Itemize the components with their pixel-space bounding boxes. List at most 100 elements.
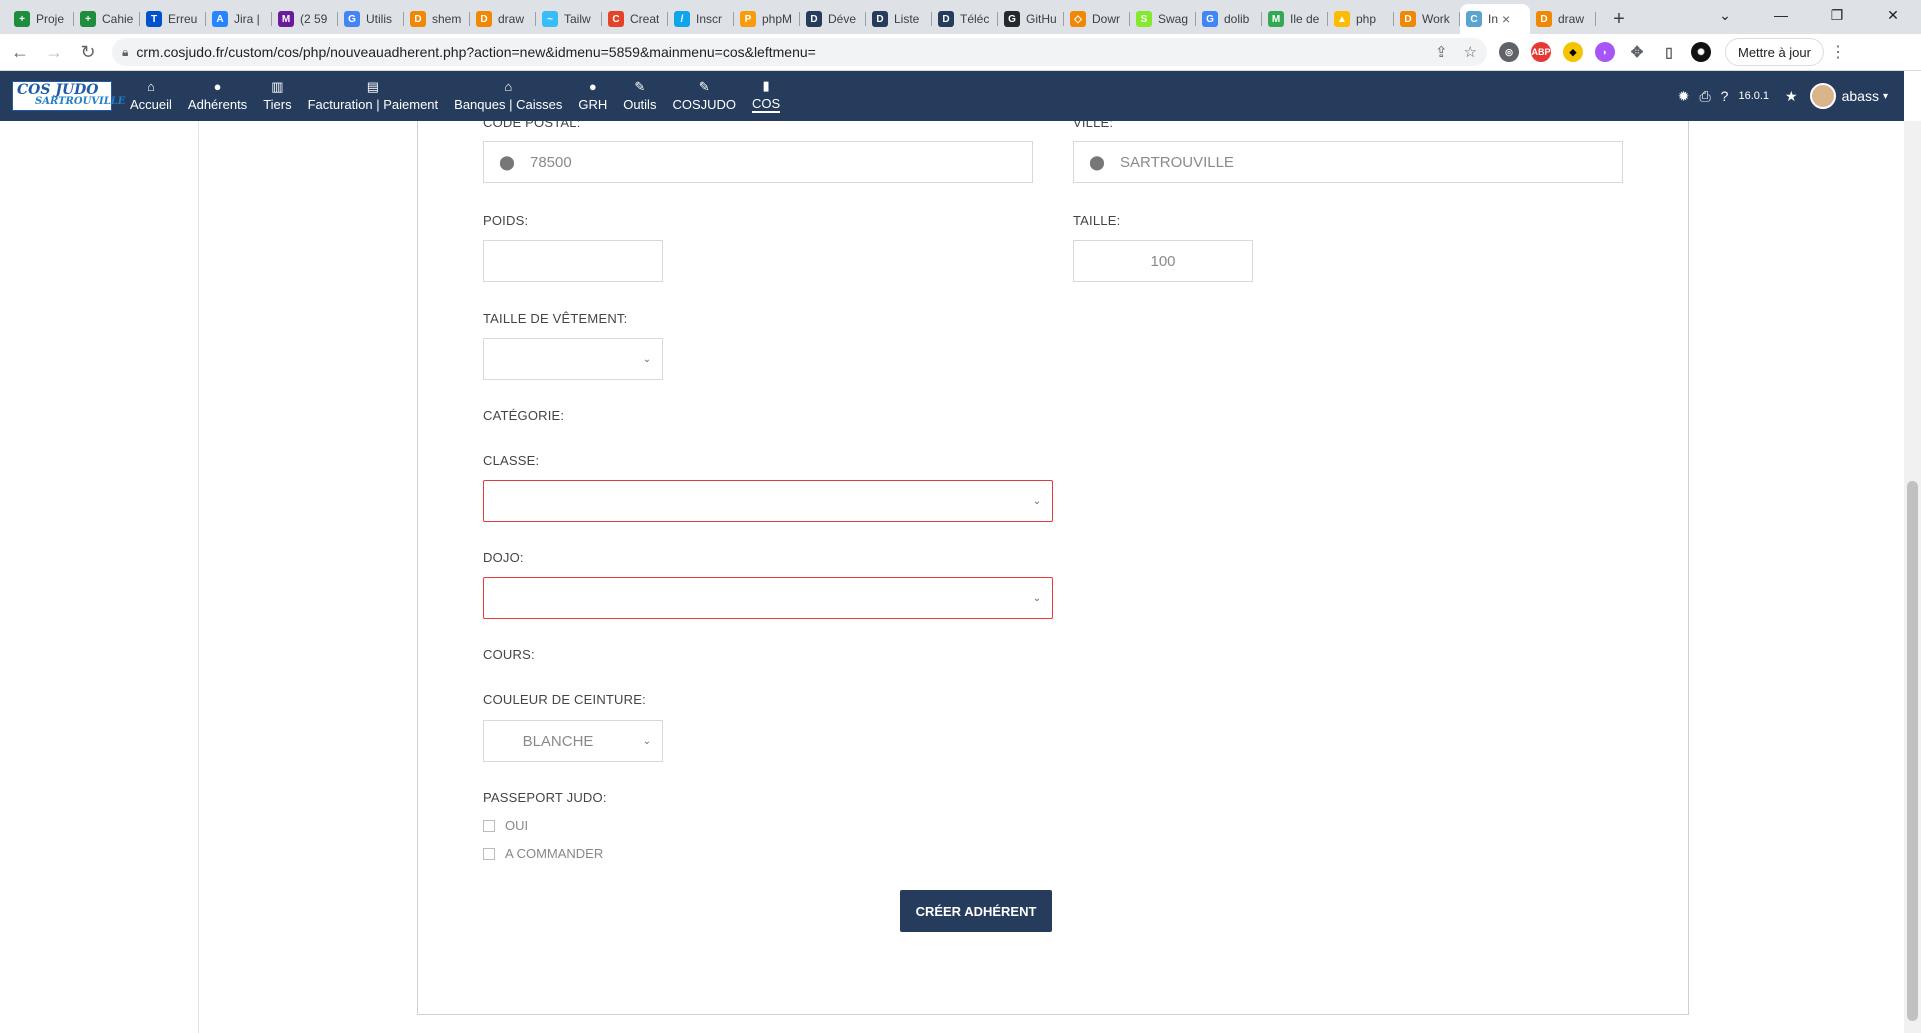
user-name[interactable]: abass (1842, 88, 1879, 104)
adblock-icon[interactable]: ABP (1531, 42, 1551, 62)
tab-title: php (1356, 12, 1377, 26)
menu-item-billing[interactable]: ▤ Facturation | Paiement (300, 71, 447, 121)
cosjudo-icon: ✎ (698, 79, 710, 94)
favorite-star-icon[interactable]: ★ (1785, 88, 1798, 105)
checkbox-box[interactable] (483, 847, 495, 860)
browser-tab[interactable]: C Creat (602, 4, 668, 34)
bookmark-star-icon[interactable]: ☆ (1464, 43, 1477, 61)
menu-item-hr[interactable]: ● GRH (570, 71, 615, 121)
profile-icon[interactable]: ✺ (1691, 42, 1711, 62)
extension-icon[interactable]: ◗ (1595, 42, 1615, 62)
menu-item-thirdparties[interactable]: ▥ Tiers (255, 71, 299, 121)
browser-tab[interactable]: + Cahie (74, 4, 140, 34)
browser-tab[interactable]: G GitHu (998, 4, 1064, 34)
logo[interactable]: COS JUDO SARTROUVILLE (12, 81, 125, 111)
label-ceinture: COULEUR DE CEINTURE: (483, 692, 646, 707)
page-scrollbar[interactable] (1904, 121, 1921, 1033)
bug-icon[interactable]: ✹ (1678, 88, 1690, 105)
back-button[interactable]: ← (6, 38, 34, 66)
extension-icon[interactable]: ◆ (1563, 42, 1583, 62)
label-cours: COURS: (483, 647, 535, 662)
browser-tab[interactable]: PphpM (734, 4, 800, 34)
poids-input[interactable] (483, 240, 663, 282)
checkbox-oui[interactable]: OUI (483, 818, 528, 833)
browser-tab[interactable]: Ddraw (470, 4, 536, 34)
browser-tab[interactable]: T Erreu (140, 4, 206, 34)
browser-tab[interactable]: S Swag (1130, 4, 1196, 34)
label-taille-vetement: TAILLE DE VÊTEMENT: (483, 311, 628, 326)
scrollbar-thumb[interactable] (1907, 481, 1918, 1021)
tab-favicon-icon: D (410, 11, 426, 27)
ville-input[interactable]: ⬤ SARTROUVILLE (1073, 141, 1623, 183)
browser-tab[interactable]: D Work (1394, 4, 1460, 34)
browser-tab[interactable]: ▲ php (1328, 4, 1394, 34)
tab-title: draw (498, 12, 525, 26)
puzzle-icon[interactable]: ✥ (1627, 42, 1647, 62)
browser-tab[interactable]: Gdolib (1196, 4, 1262, 34)
browser-tab[interactable]: M Ile de (1262, 4, 1328, 34)
chevron-down-icon: ⌄ (1032, 592, 1042, 604)
browser-menu-icon[interactable]: ⋮ (1830, 42, 1846, 62)
tab-title: Téléc (960, 12, 990, 26)
forward-button[interactable]: → (40, 38, 68, 66)
close-window-button[interactable]: ✕ (1865, 0, 1921, 30)
tab-title: dolib (1224, 12, 1250, 26)
classe-select[interactable]: ⌄ (483, 480, 1053, 522)
tab-title: (2 59 (300, 12, 328, 26)
menu-item-cos[interactable]: ▮ COS (744, 71, 788, 121)
close-tab-icon[interactable]: × (1502, 11, 1510, 27)
minimize-button[interactable]: — (1753, 0, 1809, 30)
chevron-down-icon[interactable]: ▾ (1883, 91, 1888, 102)
menu-item-tools[interactable]: ✎ Outils (615, 71, 664, 121)
new-tab-button[interactable]: + (1604, 4, 1634, 34)
menu-item-cosjudo[interactable]: ✎ COSJUDO (664, 71, 744, 121)
browser-tab[interactable]: D Téléc (932, 4, 998, 34)
sidepanel-icon[interactable]: ▯ (1659, 42, 1679, 62)
browser-tab[interactable]: Dshem (404, 4, 470, 34)
map-marker-icon: ⬤ (1089, 153, 1105, 170)
reload-button[interactable]: ↻ (74, 38, 102, 66)
menu-item-home[interactable]: ⌂ Accueil (122, 71, 180, 121)
tab-favicon-icon: C (608, 11, 624, 27)
tab-favicon-icon: A (212, 11, 228, 27)
checkbox-box[interactable] (483, 819, 495, 832)
restore-button[interactable]: ❐ (1809, 0, 1865, 30)
browser-tab[interactable]: + Proje (8, 4, 74, 34)
header-tools: ✹ ⎙ ? 16.0.1 ★ abass ▾ (1668, 71, 1888, 121)
extension-icon[interactable]: ◎ (1499, 42, 1519, 62)
create-member-button[interactable]: CRÉER ADHÉRENT (900, 890, 1052, 932)
taille-vetement-select[interactable]: ⌄ (483, 338, 663, 380)
menu-item-members[interactable]: ● Adhérents (180, 71, 255, 121)
browser-tab[interactable]: ~ Tailw (536, 4, 602, 34)
taille-input[interactable]: 100 (1073, 240, 1253, 282)
tab-title: draw (1558, 12, 1585, 26)
print-icon[interactable]: ⎙ (1699, 88, 1710, 105)
menu-item-label: Facturation | Paiement (307, 97, 439, 112)
browser-tab[interactable]: D Liste (866, 4, 932, 34)
tab-favicon-icon: S (1136, 11, 1152, 27)
code-postal-input[interactable]: ⬤ 78500 (483, 141, 1033, 183)
ceinture-select[interactable]: BLANCHE ⌄ (483, 720, 663, 762)
help-icon[interactable]: ? (1721, 88, 1729, 104)
browser-tab[interactable]: D Déve (800, 4, 866, 34)
browser-tab[interactable]: / Inscr (668, 4, 734, 34)
browser-tab[interactable]: ◇ Dowr (1064, 4, 1130, 34)
dojo-select[interactable]: ⌄ (483, 577, 1053, 619)
checkbox-a-commander[interactable]: A COMMANDER (483, 846, 603, 861)
browser-tab[interactable]: A Jira | (206, 4, 272, 34)
tab-search-icon[interactable]: ⌄ (1697, 0, 1753, 30)
browser-tab[interactable]: M (2 59 (272, 4, 338, 34)
address-bar[interactable]: 🔒︎ crm.cosjudo.fr/custom/cos/php/nouveau… (112, 38, 1487, 66)
tab-favicon-icon: D (1400, 11, 1416, 27)
share-icon[interactable]: ⇪ (1435, 43, 1448, 61)
checkbox-label: OUI (505, 818, 529, 833)
tab-title: Utilis (366, 12, 392, 26)
browser-tab[interactable]: G Utilis (338, 4, 404, 34)
menu-item-banks[interactable]: ⌂ Banques | Caisses (446, 71, 570, 121)
tab-favicon-icon: ~ (542, 11, 558, 27)
update-button[interactable]: Mettre à jour (1725, 38, 1824, 66)
label-poids: POIDS: (483, 213, 529, 228)
avatar[interactable] (1809, 83, 1836, 109)
browser-tab[interactable]: Ddraw (1530, 4, 1596, 34)
browser-tab[interactable]: C In × (1460, 4, 1530, 34)
